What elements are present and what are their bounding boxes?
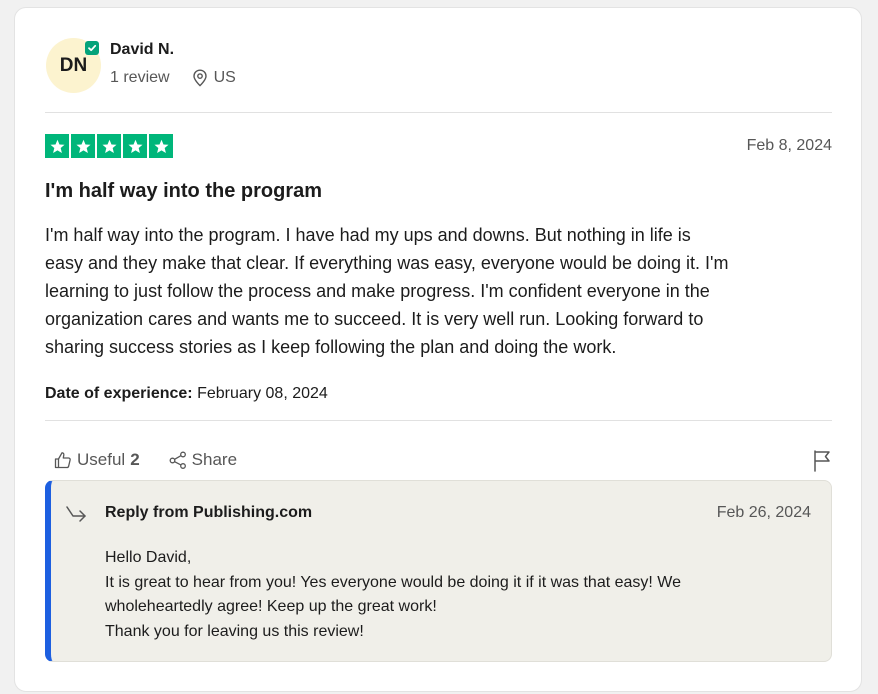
report-flag-button[interactable] [812,449,832,478]
star-icon [123,134,147,158]
review-actions: Useful 2 Share [53,450,237,470]
review-body-line: organization cares and wants me to succe… [45,309,704,329]
flag-icon [814,450,830,472]
review-card: DN David N. 1 review US Feb 8, 2024 I'm … [14,7,862,692]
review-body-line: learning to just follow the process and … [45,281,710,301]
reply-line: Hello David, [105,549,192,566]
country-label: US [213,69,236,86]
header-divider [45,112,832,113]
review-body: I'm half way into the program. I have ha… [45,221,825,361]
review-card-content: DN David N. 1 review US Feb 8, 2024 I'm … [45,8,832,691]
star-icon [149,134,173,158]
experience-date: February 08, 2024 [197,385,328,402]
reply-line: Thank you for leaving us this review! [105,622,364,640]
review-date: Feb 8, 2024 [746,137,832,154]
share-icon [169,451,186,469]
useful-count: 2 [130,450,140,469]
star-icon [45,134,69,158]
reply-body: Hello David, It is great to hear from yo… [105,546,805,644]
avatar-initials: DN [59,54,88,76]
star-icon [97,134,121,158]
reviewer-country: US [192,69,236,87]
share-button[interactable]: Share [168,450,237,470]
reply-line: wholeheartedly agree! Keep up the great … [105,598,437,615]
review-title[interactable]: I'm half way into the program [45,180,322,203]
verified-check-icon [85,41,99,55]
star-rating [45,134,173,158]
reply-from: Reply from Publishing.com [105,504,313,521]
reply-line: It is great to hear from you! Yes everyo… [105,573,682,591]
useful-label: Useful [77,450,126,469]
review-count: 1 review [110,69,170,86]
experience-label: Date of experience: [45,385,193,402]
reviewer-meta: 1 review US [110,69,236,87]
reviewer-name[interactable]: David N. [110,41,174,59]
location-pin-icon [192,69,207,87]
company-reply: Reply from Publishing.com Feb 26, 2024 H… [45,480,832,662]
star-icon [71,134,95,158]
date-of-experience: Date of experience: February 08, 2024 [45,385,328,403]
review-body-line: easy and they make that clear. If everyt… [45,253,729,273]
share-label: Share [191,450,238,469]
useful-button[interactable]: Useful 2 [53,450,140,470]
actions-divider [45,420,832,421]
reply-arrow-icon [66,506,86,522]
thumbs-up-icon [54,452,71,469]
review-body-line: I'm half way into the program. I have ha… [45,225,691,245]
review-body-line: sharing success stories as I keep follow… [45,337,617,357]
reply-date: Feb 26, 2024 [716,504,811,521]
